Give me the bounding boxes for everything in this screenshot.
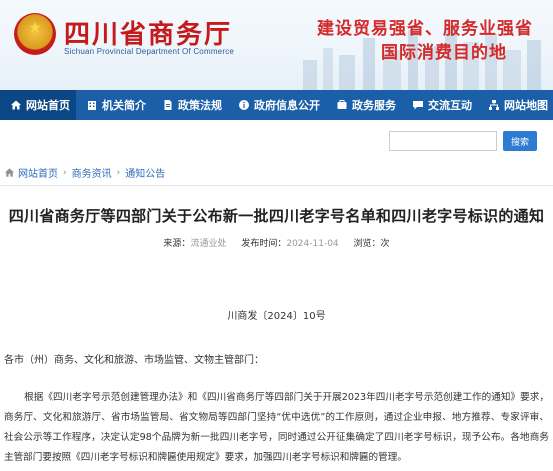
slogan-line-1: 建设贸易强省、服务业强省 xyxy=(317,19,533,39)
nav-item-about[interactable]: 机关简介 xyxy=(76,90,152,120)
chat-icon xyxy=(412,99,424,111)
nav-item-label: 交流互动 xyxy=(428,99,472,112)
search-button[interactable]: 搜索 xyxy=(503,131,537,151)
date-value: 2024-11-04 xyxy=(286,239,339,249)
home-icon xyxy=(10,99,22,111)
info-icon xyxy=(238,99,250,111)
service-icon xyxy=(336,99,348,111)
nav-item-label: 政策法规 xyxy=(178,99,222,112)
breadcrumb-news[interactable]: 商务资讯 xyxy=(72,165,112,180)
national-emblem-icon xyxy=(14,13,56,55)
divider xyxy=(0,185,553,186)
nav-item-policy[interactable]: 政策法规 xyxy=(152,90,228,120)
nav-item-info-disclosure[interactable]: 政府信息公开 xyxy=(228,90,326,120)
nav-item-home[interactable]: 网站首页 xyxy=(0,90,76,120)
nav-item-label: 网站地图 xyxy=(504,99,548,112)
chevron-right-icon: › xyxy=(116,167,121,178)
document-number: 川商发〔2024〕10号 xyxy=(227,311,326,322)
nav-item-label: 政务服务 xyxy=(352,99,396,112)
breadcrumb-notices[interactable]: 通知公告 xyxy=(125,165,165,180)
home-icon xyxy=(4,167,15,178)
nav-item-sitemap[interactable]: 网站地图 xyxy=(478,90,553,120)
article-paragraph: 根据《四川老字号示范创建管理办法》和《四川省商务厅等四部门关于开展2023年四川… xyxy=(4,392,549,463)
main-nav: 网站首页 机关简介 政策法规 政府信息公开 政务服务 交流互动 网站地图 xyxy=(0,90,553,120)
source-label: 来源： xyxy=(163,239,191,249)
sitemap-icon xyxy=(488,99,500,111)
article-meta: 来源：流通业处 发布时间：2024-11-04 浏览：次 xyxy=(0,236,553,249)
chevron-right-icon: › xyxy=(63,167,67,178)
nav-item-label: 机关简介 xyxy=(102,99,146,112)
salutation: 各市（州）商务、文化和旅游、市场监管、文物主管部门： xyxy=(4,355,264,366)
breadcrumb-home[interactable]: 网站首页 xyxy=(18,165,58,180)
views-value: 次 xyxy=(380,239,390,249)
document-icon xyxy=(162,99,174,111)
slogan-line-2: 国际消费目的地 xyxy=(381,43,507,63)
nav-item-label: 政府信息公开 xyxy=(254,99,320,112)
site-subtitle: Sichuan Provincial Department Of Commerc… xyxy=(64,47,235,56)
building-icon xyxy=(86,99,98,111)
date-label: 发布时间： xyxy=(241,239,287,249)
article-title: 四川省商务厅等四部门关于公布新一批四川老字号名单和四川老字号标识的通知 xyxy=(8,207,545,225)
views-label: 浏览： xyxy=(353,239,381,249)
search-input[interactable] xyxy=(389,131,497,151)
site-title[interactable]: 四川省商务厅 xyxy=(64,14,232,51)
nav-item-label: 网站首页 xyxy=(26,99,70,112)
nav-item-interaction[interactable]: 交流互动 xyxy=(402,90,478,120)
nav-item-services[interactable]: 政务服务 xyxy=(326,90,402,120)
breadcrumb: 网站首页 › 商务资讯 › 通知公告 xyxy=(4,165,165,180)
source-value: 流通业处 xyxy=(190,239,227,249)
header-banner: 四川省商务厅 Sichuan Provincial Department Of … xyxy=(0,0,553,90)
